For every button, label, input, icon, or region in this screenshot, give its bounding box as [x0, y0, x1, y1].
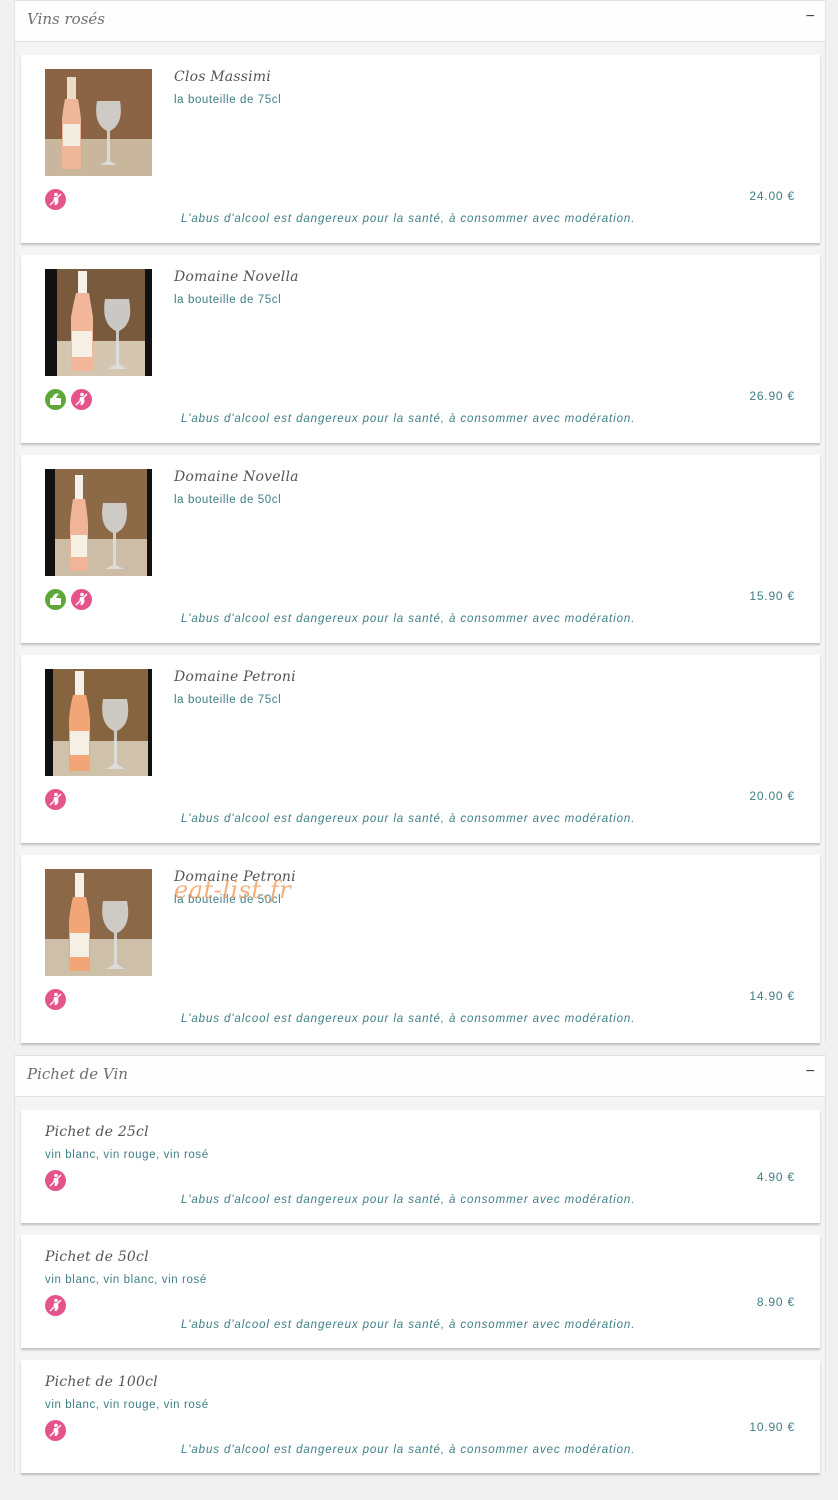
alcohol-warning: L'abus d'alcool est dangereux pour la sa… — [181, 213, 636, 225]
menu-item[interactable]: Clos Massimi la bouteille de 75cl 24.00 … — [21, 55, 820, 243]
menu-item[interactable]: Pichet de 25cl vin blanc, vin rouge, vin… — [21, 1110, 820, 1223]
menu-item[interactable]: Pichet de 50cl vin blanc, vin blanc, vin… — [21, 1235, 820, 1348]
item-description: vin blanc, vin blanc, vin rosé — [45, 1274, 207, 1286]
item-icons — [45, 189, 66, 210]
menu-item[interactable]: Domaine Petroni la bouteille de 75cl 20.… — [21, 655, 820, 843]
item-icons — [45, 989, 66, 1010]
item-description: la bouteille de 50cl — [174, 894, 282, 906]
item-description: vin blanc, vin rouge, vin rosé — [45, 1149, 209, 1161]
item-name: Pichet de 25cl — [45, 1124, 149, 1140]
no-pregnant-icon — [45, 1420, 66, 1441]
item-name: Pichet de 50cl — [45, 1249, 149, 1265]
menu-item[interactable]: Domaine Novella la bouteille de 75cl 26.… — [21, 255, 820, 443]
alcohol-warning: L'abus d'alcool est dangereux pour la sa… — [181, 1013, 636, 1025]
item-name: Pichet de 100cl — [45, 1374, 158, 1390]
item-price: 15.90 € — [749, 589, 795, 603]
alcohol-warning: L'abus d'alcool est dangereux pour la sa… — [181, 1194, 636, 1206]
item-name: Domaine Novella — [174, 469, 299, 485]
item-name: Domaine Petroni — [174, 869, 296, 885]
collapse-icon[interactable]: − — [806, 1063, 815, 1081]
section-header-vins-roses[interactable]: Vins rosés − — [14, 0, 826, 42]
item-description: vin blanc, vin rouge, vin rosé — [45, 1399, 209, 1411]
wine-photo — [45, 269, 152, 376]
item-description: la bouteille de 75cl — [174, 94, 282, 106]
menu-item[interactable]: Domaine Petroni la bouteille de 50cl 14.… — [21, 855, 820, 1043]
item-price: 4.90 € — [756, 1170, 795, 1184]
item-icons — [45, 1170, 66, 1191]
alcohol-warning: L'abus d'alcool est dangereux pour la sa… — [181, 413, 636, 425]
item-price: 14.90 € — [749, 989, 795, 1003]
no-pregnant-icon — [45, 1295, 66, 1316]
organic-icon — [45, 589, 66, 610]
section-title: Vins rosés — [27, 10, 105, 28]
no-pregnant-icon — [45, 189, 66, 210]
menu-item[interactable]: Pichet de 100cl vin blanc, vin rouge, vi… — [21, 1360, 820, 1473]
item-description: la bouteille de 75cl — [174, 294, 282, 306]
section-body-vins-roses: Clos Massimi la bouteille de 75cl 24.00 … — [14, 42, 826, 1043]
wine-photo — [45, 669, 152, 776]
item-icons — [45, 589, 92, 610]
no-pregnant-icon — [45, 989, 66, 1010]
item-icons — [45, 1295, 66, 1316]
menu-page: Vins rosés − Clos Massimi la bouteille d… — [14, 0, 826, 1485]
item-price: 20.00 € — [749, 789, 795, 803]
no-pregnant-icon — [71, 589, 92, 610]
no-pregnant-icon — [71, 389, 92, 410]
item-name: Domaine Petroni — [174, 669, 296, 685]
item-price: 8.90 € — [756, 1295, 795, 1309]
collapse-icon[interactable]: − — [806, 8, 815, 26]
wine-photo — [45, 69, 152, 176]
menu-item[interactable]: Domaine Novella la bouteille de 50cl 15.… — [21, 455, 820, 643]
item-name: Domaine Novella — [174, 269, 299, 285]
item-name: Clos Massimi — [174, 69, 271, 85]
organic-icon — [45, 389, 66, 410]
section-title: Pichet de Vin — [27, 1065, 128, 1083]
alcohol-warning: L'abus d'alcool est dangereux pour la sa… — [181, 1444, 636, 1456]
item-icons — [45, 789, 66, 810]
section-header-pichet-de-vin[interactable]: Pichet de Vin − — [14, 1055, 826, 1097]
wine-photo — [45, 869, 152, 976]
item-price: 26.90 € — [749, 389, 795, 403]
alcohol-warning: L'abus d'alcool est dangereux pour la sa… — [181, 1319, 636, 1331]
alcohol-warning: L'abus d'alcool est dangereux pour la sa… — [181, 613, 636, 625]
item-description: la bouteille de 75cl — [174, 694, 282, 706]
item-description: la bouteille de 50cl — [174, 494, 282, 506]
section-body-pichet-de-vin: Pichet de 25cl vin blanc, vin rouge, vin… — [14, 1097, 826, 1473]
no-pregnant-icon — [45, 789, 66, 810]
item-icons — [45, 389, 92, 410]
item-icons — [45, 1420, 66, 1441]
item-price: 24.00 € — [749, 189, 795, 203]
wine-photo — [45, 469, 152, 576]
item-price: 10.90 € — [749, 1420, 795, 1434]
alcohol-warning: L'abus d'alcool est dangereux pour la sa… — [181, 813, 636, 825]
no-pregnant-icon — [45, 1170, 66, 1191]
